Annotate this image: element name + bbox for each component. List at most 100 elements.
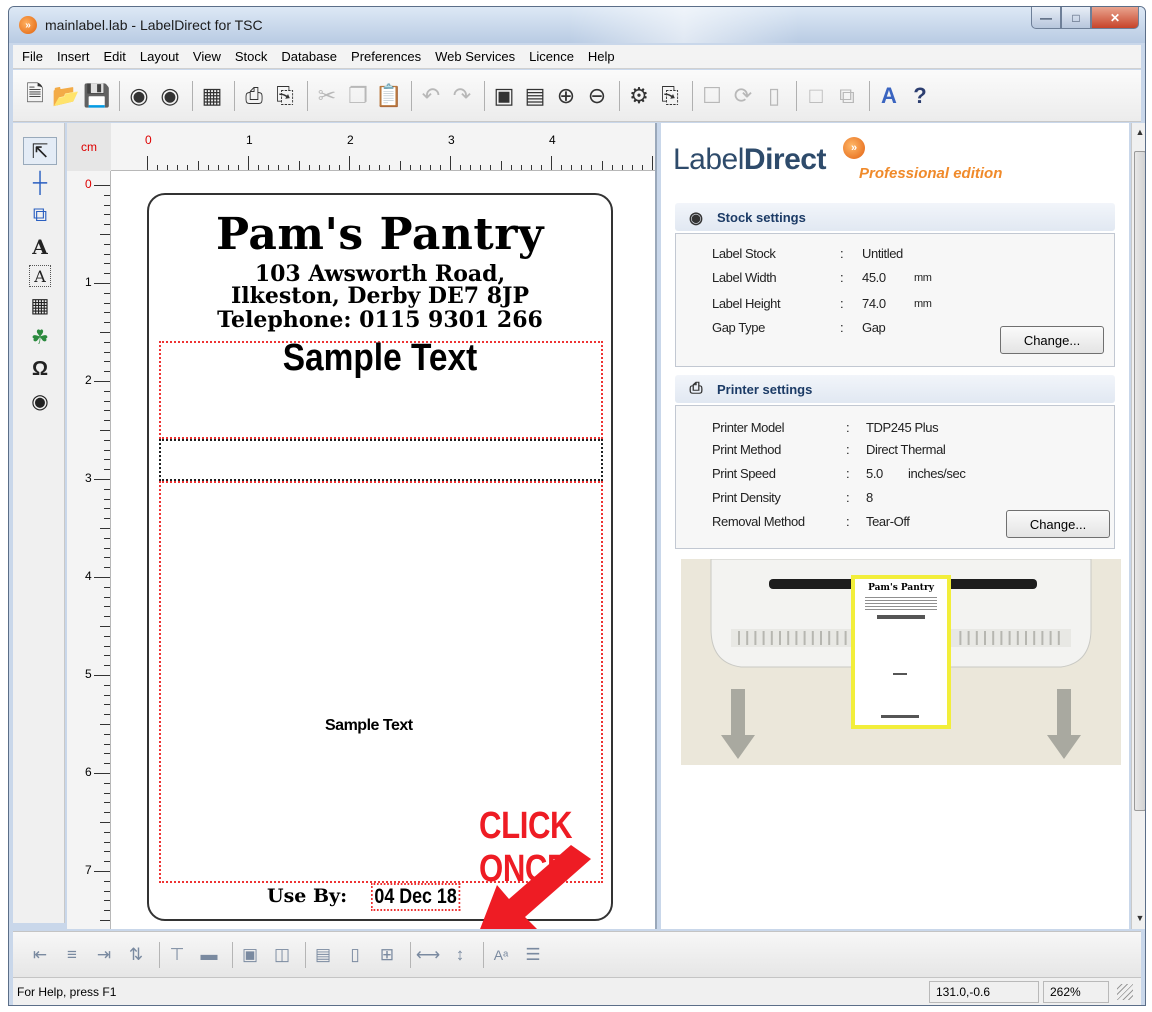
printer-model-value: TDP245 Plus [866, 420, 939, 435]
window-icon[interactable]: □ [802, 81, 830, 111]
align-bottom-icon[interactable]: ▣ [237, 942, 263, 968]
address-line2-text[interactable]: Ilkeston, Derby DE7 8JP [149, 283, 611, 309]
camera-icon[interactable]: ◉ [23, 387, 57, 415]
space-vertical-icon[interactable]: ↕ [447, 942, 473, 968]
menu-layout[interactable]: Layout [133, 49, 186, 64]
ruler-tick [104, 204, 110, 206]
align-center-icon[interactable]: ≡ [59, 942, 85, 968]
ruler-tick [104, 410, 110, 412]
lines-icon[interactable]: ☰ [520, 942, 546, 968]
shape-icon[interactable]: ⧉ [23, 201, 57, 229]
business-name-text[interactable]: Pam's Pantry [149, 209, 611, 260]
menu-preferences[interactable]: Preferences [344, 49, 428, 64]
undo-icon[interactable]: ↶ [417, 81, 445, 111]
menu-edit[interactable]: Edit [96, 49, 132, 64]
copy-icon[interactable]: ❐ [344, 81, 372, 111]
scroll-up-icon[interactable]: ▲ [1134, 127, 1145, 137]
font-icon[interactable]: A [875, 81, 903, 111]
lock-icon[interactable]: ☐ [698, 81, 726, 111]
same-width-icon[interactable]: ▯ [342, 942, 368, 968]
zoom-in-icon[interactable]: ⊕ [552, 81, 580, 111]
space-horizontal-icon[interactable]: ⟷ [415, 942, 441, 968]
center-vertical-icon[interactable]: ▤ [310, 942, 336, 968]
line-icon[interactable]: ┼ [23, 169, 57, 197]
toolbar-separator [796, 80, 797, 111]
help-icon[interactable]: ? [906, 81, 934, 111]
ruler-tick [104, 371, 110, 373]
scrollbar-thumb[interactable] [1134, 151, 1145, 811]
label-view-icon[interactable]: ▣ [490, 81, 518, 111]
print-preview-icon[interactable]: ⎘ [271, 81, 299, 111]
cursor-coordinates: 131.0,-0.6 [929, 981, 1039, 1003]
menu-stock[interactable]: Stock [228, 49, 275, 64]
align-middle-icon[interactable]: ▬ [196, 942, 222, 968]
print-icon[interactable]: ⎙ [240, 81, 268, 111]
menu-web-services[interactable]: Web Services [428, 49, 522, 64]
print-speed-unit: inches/sec [908, 466, 966, 481]
align-left-icon[interactable]: ⇤ [27, 942, 53, 968]
picture-icon[interactable]: ☘ [23, 323, 57, 351]
windows-icon[interactable]: ⧉ [833, 81, 861, 111]
data-view-icon[interactable]: ▤ [521, 81, 549, 111]
printer-setup-icon[interactable]: ⎘ [656, 81, 684, 111]
cut-icon[interactable]: ✂ [313, 81, 341, 111]
page-icon[interactable]: ▯ [760, 81, 788, 111]
printer-change-button[interactable]: Change... [1006, 510, 1110, 538]
ruler-tick [439, 165, 441, 170]
open-icon[interactable]: 📂 [52, 81, 80, 111]
ruler-tick [104, 782, 110, 784]
menu-database[interactable]: Database [274, 49, 344, 64]
rotate-icon[interactable]: ⟳ [729, 81, 757, 111]
zoom-out-icon[interactable]: ⊖ [583, 81, 611, 111]
sample-text-small[interactable]: Sample Text [325, 717, 413, 735]
align-right-icon[interactable]: ⇥ [91, 942, 117, 968]
use-by-label[interactable]: Use By: [267, 885, 347, 907]
paste-icon[interactable]: 📋 [375, 81, 403, 111]
align-top-icon[interactable]: ⊤ [164, 942, 190, 968]
text-box-icon[interactable]: A [29, 265, 51, 287]
telephone-text[interactable]: Telephone: 0115 9301 266 [149, 307, 611, 333]
scroll-down-icon[interactable]: ▼ [1134, 913, 1145, 923]
ruler-tick [104, 253, 110, 255]
label-height-unit: mm [914, 298, 932, 310]
menu-help[interactable]: Help [581, 49, 622, 64]
resize-grip-icon[interactable] [1117, 984, 1133, 1000]
menu-view[interactable]: View [186, 49, 228, 64]
ruler-tick [104, 655, 110, 657]
printer-settings-title: Printer settings [717, 381, 813, 397]
toolbar-separator [234, 80, 235, 111]
ruler-tick [591, 165, 593, 170]
center-horizontal-icon[interactable]: ◫ [269, 942, 295, 968]
menu-insert[interactable]: Insert [50, 49, 97, 64]
stock-change-button[interactable]: Change... [1000, 326, 1104, 354]
stock-icon[interactable]: ◉ [125, 81, 153, 111]
menu-file[interactable]: File [15, 49, 50, 64]
label-canvas[interactable]: cm 0 1 2 3 4 0 1 2 3 4 5 6 7 Pam's Pantr… [67, 123, 657, 929]
text-icon[interactable]: A [23, 233, 57, 261]
database-icon[interactable]: ▦ [198, 81, 226, 111]
ruler-tick [490, 165, 492, 170]
stock-alt-icon[interactable]: ◉ [156, 81, 184, 111]
pointer-icon[interactable]: ⇱ [23, 137, 57, 165]
new-icon[interactable]: 🗎 [21, 81, 49, 111]
align-distribute-icon[interactable]: ⇅ [123, 942, 149, 968]
redo-icon[interactable]: ↷ [448, 81, 476, 111]
minimize-button[interactable]: — [1031, 7, 1061, 29]
ruler-tick [100, 528, 110, 529]
close-button[interactable]: ✕ [1091, 7, 1139, 29]
ruler-tick [104, 606, 110, 608]
font-size-icon[interactable]: Aᵃ [488, 942, 514, 968]
use-by-date-field[interactable]: 04 Dec 18 [371, 883, 461, 911]
maximize-button[interactable]: □ [1061, 7, 1091, 29]
barcode-icon[interactable]: ▦ [23, 291, 57, 319]
symbol-icon[interactable]: Ω [23, 355, 57, 383]
ruler-tick [104, 831, 110, 833]
sample-text-large[interactable]: Sample Text [177, 337, 584, 380]
menu-licence[interactable]: Licence [522, 49, 581, 64]
save-icon[interactable]: 💾 [83, 81, 111, 111]
same-height-icon[interactable]: ⊞ [374, 942, 400, 968]
panel-scrollbar[interactable]: ▲ ▼ [1131, 123, 1145, 929]
text-box-frame[interactable] [159, 439, 603, 481]
stock-settings-icon[interactable]: ⚙ [625, 81, 653, 111]
ruler-tick [94, 283, 110, 284]
